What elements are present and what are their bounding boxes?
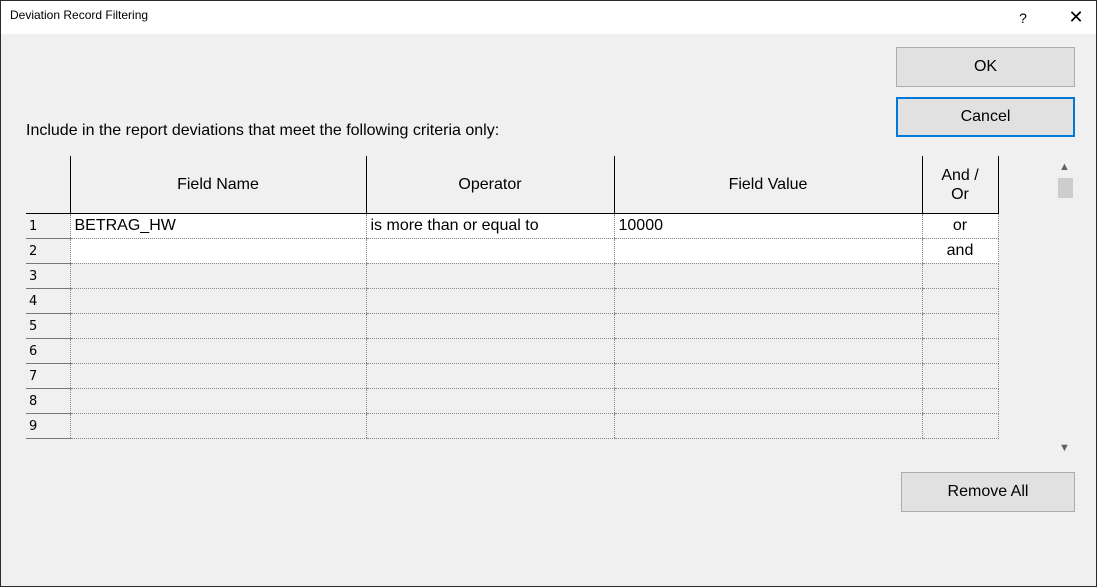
operator-cell[interactable] bbox=[365, 338, 614, 364]
and-or-cell[interactable]: or bbox=[921, 213, 999, 239]
row-number[interactable]: 6 bbox=[26, 338, 70, 364]
and-or-cell[interactable]: and bbox=[921, 238, 999, 264]
field-value-header[interactable]: Field Value bbox=[613, 156, 922, 214]
criteria-prompt: Include in the report deviations that me… bbox=[26, 122, 500, 139]
table-row: 4 bbox=[26, 288, 999, 314]
title-bar: Deviation Record Filtering ? ✕ bbox=[1, 1, 1096, 34]
cancel-button[interactable]: Cancel bbox=[896, 97, 1075, 137]
close-button[interactable]: ✕ bbox=[1061, 1, 1091, 34]
and-or-cell[interactable] bbox=[921, 363, 999, 389]
table-row: 1 BETRAG_HW is more than or equal to 100… bbox=[26, 213, 999, 239]
chevron-down-icon[interactable]: ▼ bbox=[1056, 439, 1073, 456]
field-value-cell[interactable] bbox=[613, 363, 922, 389]
row-number[interactable]: 2 bbox=[26, 238, 70, 264]
scrollbar-thumb[interactable] bbox=[1058, 178, 1073, 198]
chevron-up-icon[interactable]: ▲ bbox=[1056, 158, 1073, 175]
operator-cell[interactable] bbox=[365, 238, 614, 264]
field-value-cell[interactable] bbox=[613, 338, 922, 364]
window-title: Deviation Record Filtering bbox=[10, 8, 149, 22]
and-or-cell[interactable] bbox=[921, 388, 999, 414]
operator-cell[interactable] bbox=[365, 413, 614, 439]
row-number[interactable]: 9 bbox=[26, 413, 70, 439]
field-name-cell[interactable] bbox=[69, 313, 366, 339]
help-button[interactable]: ? bbox=[1011, 1, 1035, 34]
operator-cell[interactable] bbox=[365, 313, 614, 339]
table-row: 9 bbox=[26, 413, 999, 439]
operator-cell[interactable] bbox=[365, 263, 614, 289]
field-name-cell[interactable] bbox=[69, 263, 366, 289]
table-row: 8 bbox=[26, 388, 999, 414]
table-row: 2 and bbox=[26, 238, 999, 264]
dialog-window: Deviation Record Filtering ? ✕ OK Cancel… bbox=[0, 0, 1097, 587]
table-row: 6 bbox=[26, 338, 999, 364]
table-row: 3 bbox=[26, 263, 999, 289]
row-number-header bbox=[26, 156, 70, 214]
field-value-cell[interactable] bbox=[613, 413, 922, 439]
field-name-cell[interactable] bbox=[69, 388, 366, 414]
criteria-grid: Field Name Operator Field Value And / Or… bbox=[26, 156, 999, 457]
and-or-header-label: And / Or bbox=[941, 166, 979, 203]
field-name-cell[interactable]: BETRAG_HW bbox=[69, 213, 366, 239]
ok-button[interactable]: OK bbox=[896, 47, 1075, 87]
and-or-cell[interactable] bbox=[921, 338, 999, 364]
row-number[interactable]: 3 bbox=[26, 263, 70, 289]
operator-cell[interactable]: is more than or equal to bbox=[365, 213, 614, 239]
field-value-cell[interactable] bbox=[613, 313, 922, 339]
table-header-row: Field Name Operator Field Value And / Or bbox=[26, 156, 999, 214]
and-or-cell[interactable] bbox=[921, 263, 999, 289]
vertical-scrollbar[interactable]: ▲ ▼ bbox=[1056, 158, 1073, 456]
operator-cell[interactable] bbox=[365, 363, 614, 389]
field-value-cell[interactable]: 10000 bbox=[613, 213, 922, 239]
row-number[interactable]: 7 bbox=[26, 363, 70, 389]
and-or-cell[interactable] bbox=[921, 413, 999, 439]
operator-header[interactable]: Operator bbox=[365, 156, 614, 214]
field-name-cell[interactable] bbox=[69, 338, 366, 364]
field-name-cell[interactable] bbox=[69, 288, 366, 314]
field-value-cell[interactable] bbox=[613, 263, 922, 289]
table-row: 7 bbox=[26, 363, 999, 389]
field-name-cell[interactable] bbox=[69, 363, 366, 389]
field-name-header[interactable]: Field Name bbox=[69, 156, 366, 214]
row-number[interactable]: 8 bbox=[26, 388, 70, 414]
field-value-cell[interactable] bbox=[613, 288, 922, 314]
field-name-cell[interactable] bbox=[69, 238, 366, 264]
and-or-header[interactable]: And / Or bbox=[921, 156, 999, 214]
row-number[interactable]: 4 bbox=[26, 288, 70, 314]
row-number[interactable]: 1 bbox=[26, 213, 70, 239]
row-number[interactable]: 5 bbox=[26, 313, 70, 339]
remove-all-button[interactable]: Remove All bbox=[901, 472, 1075, 512]
operator-cell[interactable] bbox=[365, 288, 614, 314]
field-value-cell[interactable] bbox=[613, 238, 922, 264]
operator-cell[interactable] bbox=[365, 388, 614, 414]
and-or-cell[interactable] bbox=[921, 313, 999, 339]
field-value-cell[interactable] bbox=[613, 388, 922, 414]
table-row: 5 bbox=[26, 313, 999, 339]
criteria-table: Field Name Operator Field Value And / Or… bbox=[26, 156, 999, 439]
field-name-cell[interactable] bbox=[69, 413, 366, 439]
and-or-cell[interactable] bbox=[921, 288, 999, 314]
